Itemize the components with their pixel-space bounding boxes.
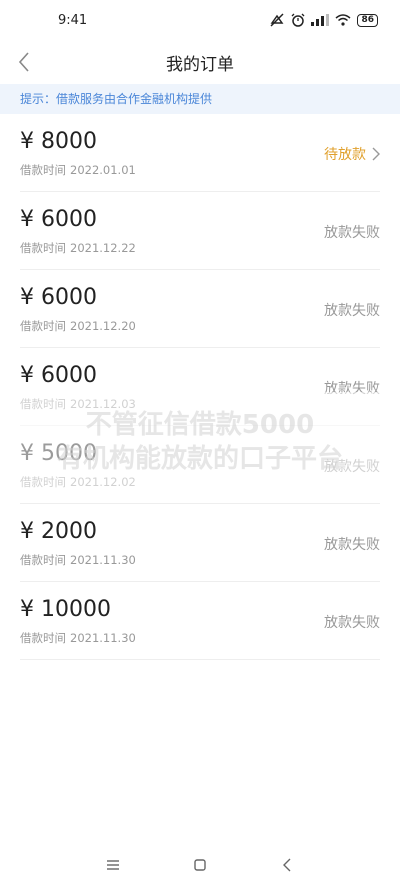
order-item[interactable]: ¥ 10000 借款时间 2021.11.30 放款失败 [20, 582, 380, 660]
status-bar: 9:41 86 [0, 0, 400, 40]
signal-icon [311, 14, 330, 26]
wifi-icon [335, 14, 351, 26]
order-time: 借款时间 2021.12.03 [20, 397, 136, 411]
order-list: ¥ 8000 借款时间 2022.01.01 待放款 ¥ 6000 借款时间 202… [0, 114, 400, 660]
order-item[interactable]: ¥ 5000 借款时间 2021.12.02 放款失败 [20, 426, 380, 504]
home-icon [194, 859, 206, 871]
notice-banner: 提示：借款服务由合作金融机构提供 [0, 84, 400, 114]
order-item[interactable]: ¥ 6000 借款时间 2021.12.22 放款失败 [20, 192, 380, 270]
order-item[interactable]: ¥ 8000 借款时间 2022.01.01 待放款 [20, 114, 380, 192]
order-amount: ¥ 2000 [20, 519, 97, 544]
page-title: 我的订单 [166, 54, 234, 75]
menu-button[interactable] [98, 850, 128, 880]
back-button[interactable] [10, 48, 38, 76]
mute-icon [270, 13, 284, 27]
order-time: 借款时间 2021.12.22 [20, 241, 136, 255]
battery-icon: 86 [357, 13, 378, 27]
order-item[interactable]: ¥ 2000 借款时间 2021.11.30 放款失败 [20, 504, 380, 582]
chevron-left-icon [18, 52, 29, 72]
home-button[interactable] [185, 850, 215, 880]
order-time: 借款时间 2021.11.30 [20, 553, 136, 567]
order-status[interactable]: 待放款 [324, 144, 380, 164]
status-icons: 86 [269, 13, 378, 27]
menu-icon [107, 860, 120, 870]
order-amount: ¥ 8000 [20, 129, 97, 154]
system-back-button[interactable] [272, 850, 302, 880]
order-status: 放款失败 [324, 381, 380, 397]
order-status: 放款失败 [324, 303, 380, 319]
order-time: 借款时间 2021.11.30 [20, 631, 136, 645]
status-time: 9:41 [58, 12, 88, 28]
system-nav-bar [0, 842, 400, 888]
order-item[interactable]: ¥ 6000 借款时间 2021.12.20 放款失败 [20, 270, 380, 348]
order-time: 借款时间 2022.01.01 [20, 163, 136, 177]
order-status: 放款失败 [324, 615, 380, 631]
order-status: 放款失败 [324, 459, 380, 475]
order-status: 放款失败 [324, 537, 380, 553]
back-icon [282, 858, 291, 872]
chevron-right-icon [372, 147, 380, 161]
order-amount: ¥ 10000 [20, 597, 111, 622]
order-item[interactable]: ¥ 6000 借款时间 2021.12.03 放款失败 [20, 348, 380, 426]
order-amount: ¥ 6000 [20, 207, 97, 232]
alarm-icon [292, 13, 305, 27]
order-amount: ¥ 6000 [20, 285, 97, 310]
header: 我的订单 [0, 40, 400, 84]
order-amount: ¥ 6000 [20, 363, 97, 388]
order-amount: ¥ 5000 [20, 441, 97, 466]
order-time: 借款时间 2021.12.02 [20, 475, 136, 489]
order-time: 借款时间 2021.12.20 [20, 319, 136, 333]
order-status: 放款失败 [324, 225, 380, 241]
